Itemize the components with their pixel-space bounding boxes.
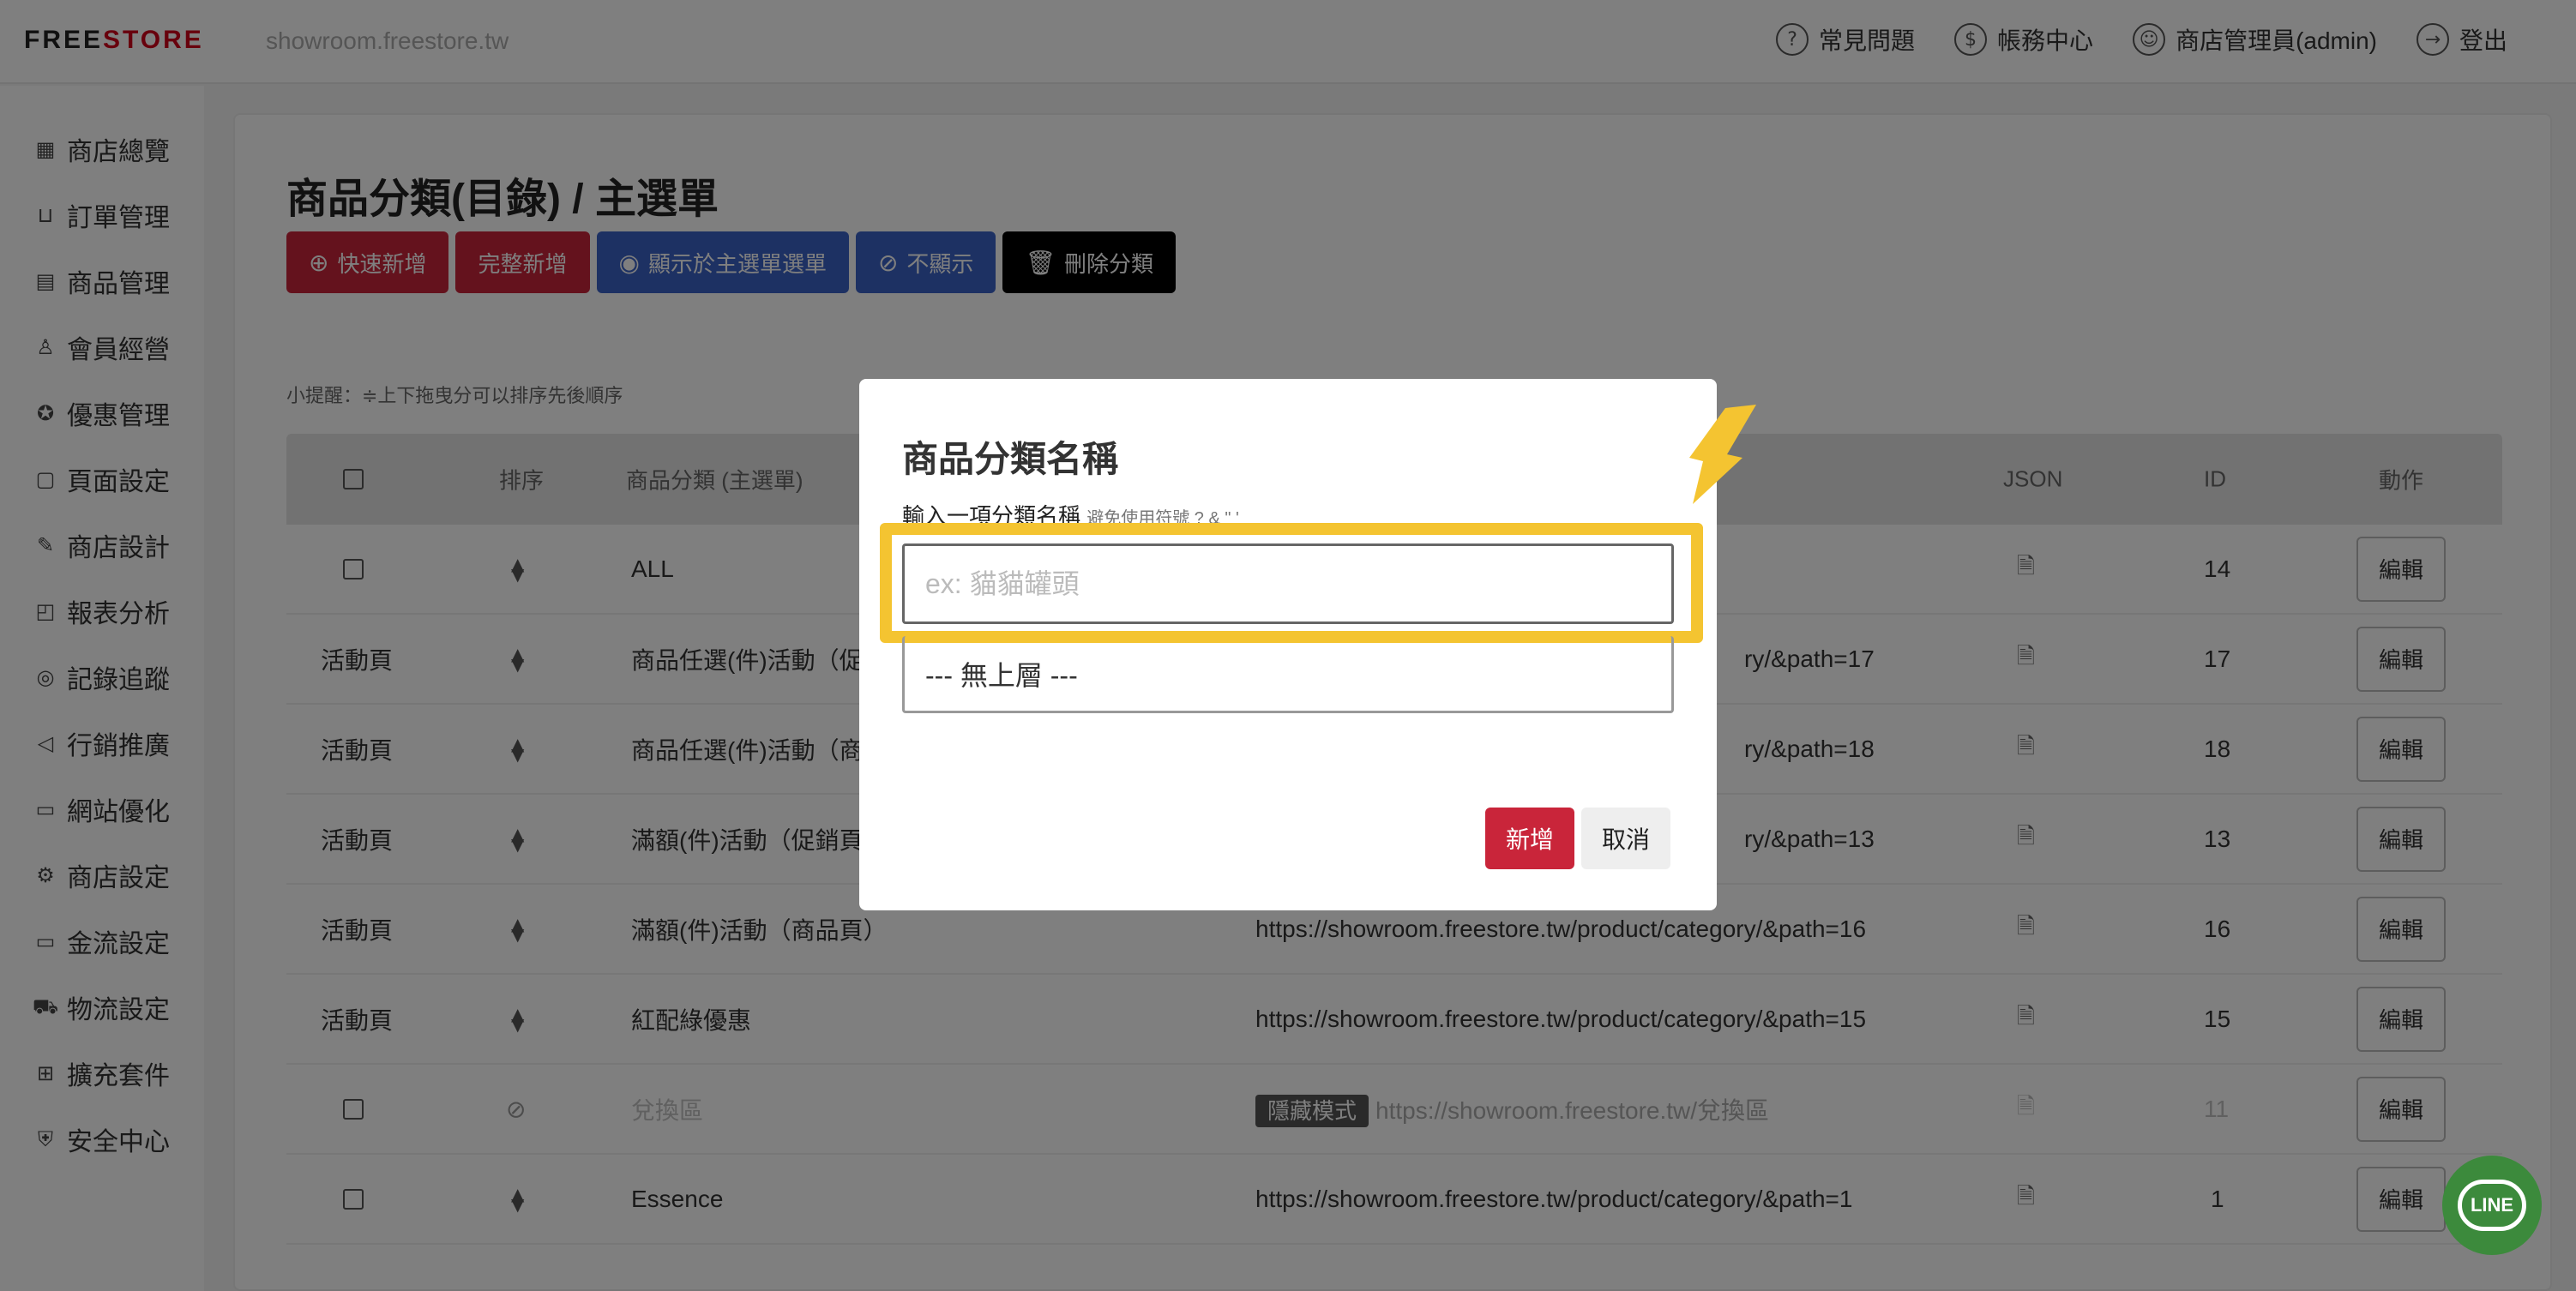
annotation-arrow-icon [1689, 405, 1756, 504]
cancel-button[interactable]: 取消 [1581, 808, 1670, 869]
line-icon: LINE [2458, 1180, 2526, 1231]
add-category-modal: 商品分類名稱 輸入一項分類名稱 避免使用符號 ? & " ' --- 無上層 -… [859, 379, 1717, 910]
parent-category-select[interactable]: --- 無上層 --- [902, 636, 1674, 713]
line-chat-button[interactable]: LINE [2442, 1156, 2542, 1255]
modal-title: 商品分類名稱 [902, 439, 1119, 479]
category-name-input[interactable] [902, 543, 1674, 624]
add-button[interactable]: 新增 [1485, 808, 1574, 869]
